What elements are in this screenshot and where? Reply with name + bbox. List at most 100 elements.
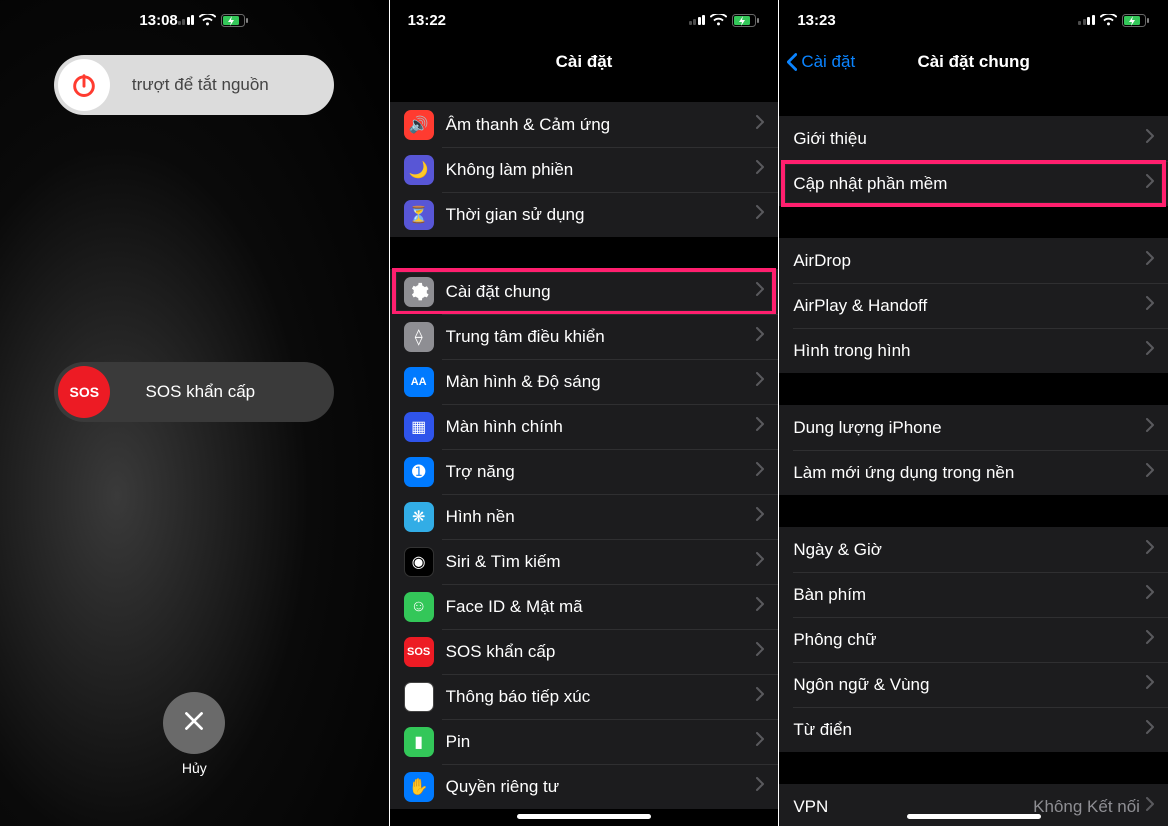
row-khong-lam-phien[interactable]: 🌙 Không làm phiền xyxy=(390,147,779,192)
chevron-right-icon xyxy=(756,687,764,706)
power-slider-label: trượt để tắt nguồn xyxy=(70,75,330,95)
back-button[interactable]: Cài đặt xyxy=(787,40,855,84)
chevron-right-icon xyxy=(1146,251,1154,270)
general-list: Giới thiệu Cập nhật phần mềm AirDrop AirPla… xyxy=(779,84,1168,826)
battery-icon: ▮ xyxy=(404,727,434,757)
row-label: Cập nhật phần mềm xyxy=(793,174,1146,194)
sound-icon: 🔊 xyxy=(404,110,434,140)
chevron-right-icon xyxy=(1146,296,1154,315)
chevron-right-icon xyxy=(1146,540,1154,559)
row-label: Hình nền xyxy=(446,507,757,527)
row-hinh-nen[interactable]: ❋Hình nền xyxy=(390,494,779,539)
row-label: Thông báo tiếp xúc xyxy=(446,687,757,707)
chevron-right-icon xyxy=(1146,129,1154,148)
chevron-right-icon xyxy=(756,597,764,616)
row-thong-bao-tiep-xuc[interactable]: ⚕Thông báo tiếp xúc xyxy=(390,674,779,719)
row-am-thanh-cam-ung[interactable]: 🔊 Âm thanh & Cảm ứng xyxy=(390,102,779,147)
cellular-icon xyxy=(178,15,195,25)
row-label: Ngày & Giờ xyxy=(793,540,1146,560)
chevron-right-icon xyxy=(1146,174,1154,193)
status-bar: 13:23 xyxy=(779,0,1168,40)
moon-icon: 🌙 xyxy=(404,155,434,185)
settings-list: 🔊 Âm thanh & Cảm ứng 🌙 Không làm phiền ⏳ Thời… xyxy=(390,84,779,809)
row-label: Màn hình & Độ sáng xyxy=(446,372,757,392)
row-airplay-handoff[interactable]: AirPlay & Handoff xyxy=(779,283,1168,328)
row-label: Màn hình chính xyxy=(446,417,757,437)
row-dung-luong-iphone[interactable]: Dung lượng iPhone xyxy=(779,405,1168,450)
faceid-icon: ☺ xyxy=(404,592,434,622)
hand-icon: ✋ xyxy=(404,772,434,802)
chevron-right-icon xyxy=(1146,418,1154,437)
screen-power-off: 13:08 trượt để tắt nguồn SOS SOS khẩn cấ… xyxy=(0,0,390,826)
chevron-right-icon xyxy=(756,552,764,571)
chevron-right-icon xyxy=(1146,341,1154,360)
home-indicator[interactable] xyxy=(907,814,1041,819)
row-tro-nang[interactable]: ➊Trợ năng xyxy=(390,449,779,494)
grid-icon: ▦ xyxy=(404,412,434,442)
row-siri-tim-kiem[interactable]: ◉Siri & Tìm kiếm xyxy=(390,539,779,584)
row-label: Giới thiệu xyxy=(793,129,1146,149)
row-label: SOS khẩn cấp xyxy=(446,642,757,662)
status-time: 13:08 xyxy=(139,12,177,29)
row-man-hinh-o-sang[interactable]: AA Màn hình & Độ sáng xyxy=(390,359,779,404)
battery-icon xyxy=(1122,14,1150,27)
row-label: AirDrop xyxy=(793,251,1146,271)
slide-to-power-off[interactable]: trượt để tắt nguồn xyxy=(54,55,334,115)
row-label: Bàn phím xyxy=(793,585,1146,605)
row-label: AirPlay & Handoff xyxy=(793,296,1146,316)
chevron-right-icon xyxy=(756,327,764,346)
row-label: Cài đặt chung xyxy=(446,282,757,302)
row-face-id-mat-ma[interactable]: ☺Face ID & Mật mã xyxy=(390,584,779,629)
row-airdrop[interactable]: AirDrop xyxy=(779,238,1168,283)
chevron-right-icon xyxy=(1146,463,1154,482)
close-icon xyxy=(181,708,207,739)
nav-header: Cài đặt xyxy=(390,40,779,84)
row-tu-ien[interactable]: Từ điển xyxy=(779,707,1168,752)
home-indicator[interactable] xyxy=(517,814,651,819)
row-cai-at-chung[interactable]: Cài đặt chung xyxy=(390,269,779,314)
chevron-right-icon xyxy=(756,732,764,751)
row-lam-moi-ung-dung-trong-nen[interactable]: Làm mới ứng dụng trong nền xyxy=(779,450,1168,495)
row-hinh-trong-hinh[interactable]: Hình trong hình xyxy=(779,328,1168,373)
AA-icon: AA xyxy=(404,367,434,397)
row-label: Từ điển xyxy=(793,720,1146,740)
row-label: Ngôn ngữ & Vùng xyxy=(793,675,1146,695)
chevron-right-icon xyxy=(756,160,764,179)
row-man-hinh-chinh[interactable]: ▦ Màn hình chính xyxy=(390,404,779,449)
row-sos-khan-cap[interactable]: SOSSOS khẩn cấp xyxy=(390,629,779,674)
row-ban-phim[interactable]: Bàn phím xyxy=(779,572,1168,617)
chevron-right-icon xyxy=(1146,797,1154,816)
row-thoi-gian-su-dung[interactable]: ⏳ Thời gian sử dụng xyxy=(390,192,779,237)
chevron-right-icon xyxy=(1146,675,1154,694)
row-label: Thời gian sử dụng xyxy=(446,205,757,225)
nav-title: Cài đặt chung xyxy=(917,52,1029,72)
nav-title: Cài đặt xyxy=(556,52,613,72)
chevron-right-icon xyxy=(756,205,764,224)
row-pin[interactable]: ▮Pin xyxy=(390,719,779,764)
row-quyen-rieng-tu[interactable]: ✋Quyền riêng tư xyxy=(390,764,779,809)
row-ngay-gio[interactable]: Ngày & Giờ xyxy=(779,527,1168,572)
slide-emergency-sos[interactable]: SOS SOS khẩn cấp xyxy=(54,362,334,422)
row-phong-chu[interactable]: Phông chữ xyxy=(779,617,1168,662)
cancel-button[interactable] xyxy=(163,692,225,754)
row-cap-nhat-phan-mem[interactable]: Cập nhật phần mềm xyxy=(779,161,1168,206)
row-label: Không làm phiền xyxy=(446,160,757,180)
chevron-right-icon xyxy=(1146,720,1154,739)
row-ngon-ngu-vung[interactable]: Ngôn ngữ & Vùng xyxy=(779,662,1168,707)
chevron-right-icon xyxy=(756,417,764,436)
row-label: Phông chữ xyxy=(793,630,1146,650)
row-label: Trung tâm điều khiển xyxy=(446,327,757,347)
status-time: 13:22 xyxy=(408,12,446,29)
row-trung-tam-ieu-khien[interactable]: ⟠Trung tâm điều khiển xyxy=(390,314,779,359)
row-gioi-thieu[interactable]: Giới thiệu xyxy=(779,116,1168,161)
wifi-icon xyxy=(199,14,216,26)
screen-general: 13:23 Cài đặt Cài đặt chung Giới thiệu Cậ… xyxy=(779,0,1169,826)
hourglass-icon: ⏳ xyxy=(404,200,434,230)
row-vpn[interactable]: VPNKhông Kết nối xyxy=(779,784,1168,826)
row-label: Âm thanh & Cảm ứng xyxy=(446,115,757,135)
status-bar: 13:08 xyxy=(121,0,267,40)
chevron-right-icon xyxy=(1146,630,1154,649)
battery-icon xyxy=(732,14,760,27)
screen-settings: 13:22 Cài đặt 🔊 Âm thanh & Cảm ứng 🌙 Không … xyxy=(390,0,780,826)
battery-icon xyxy=(221,14,249,27)
